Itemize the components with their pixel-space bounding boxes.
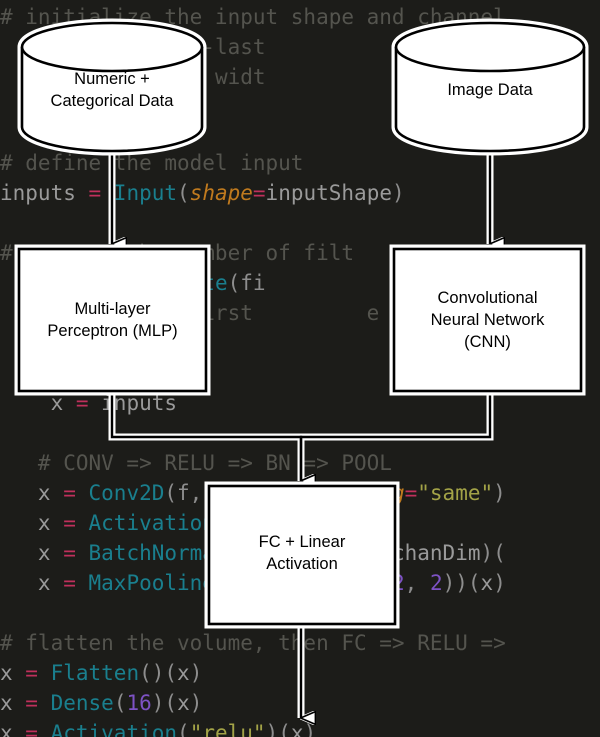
node-cnn[interactable] [389,244,586,396]
screenshot-stage: # initialize the input shape and channel… [0,0,600,737]
edge-cnn-to-fc [299,392,492,481]
node-numeric-categorical-data[interactable] [17,18,207,156]
node-image-data[interactable] [391,18,589,156]
edge-mlp-to-fc [110,392,301,481]
node-mlp[interactable] [14,244,211,396]
flowchart-diagram [14,18,589,737]
node-fc-linear-activation[interactable] [204,481,400,629]
